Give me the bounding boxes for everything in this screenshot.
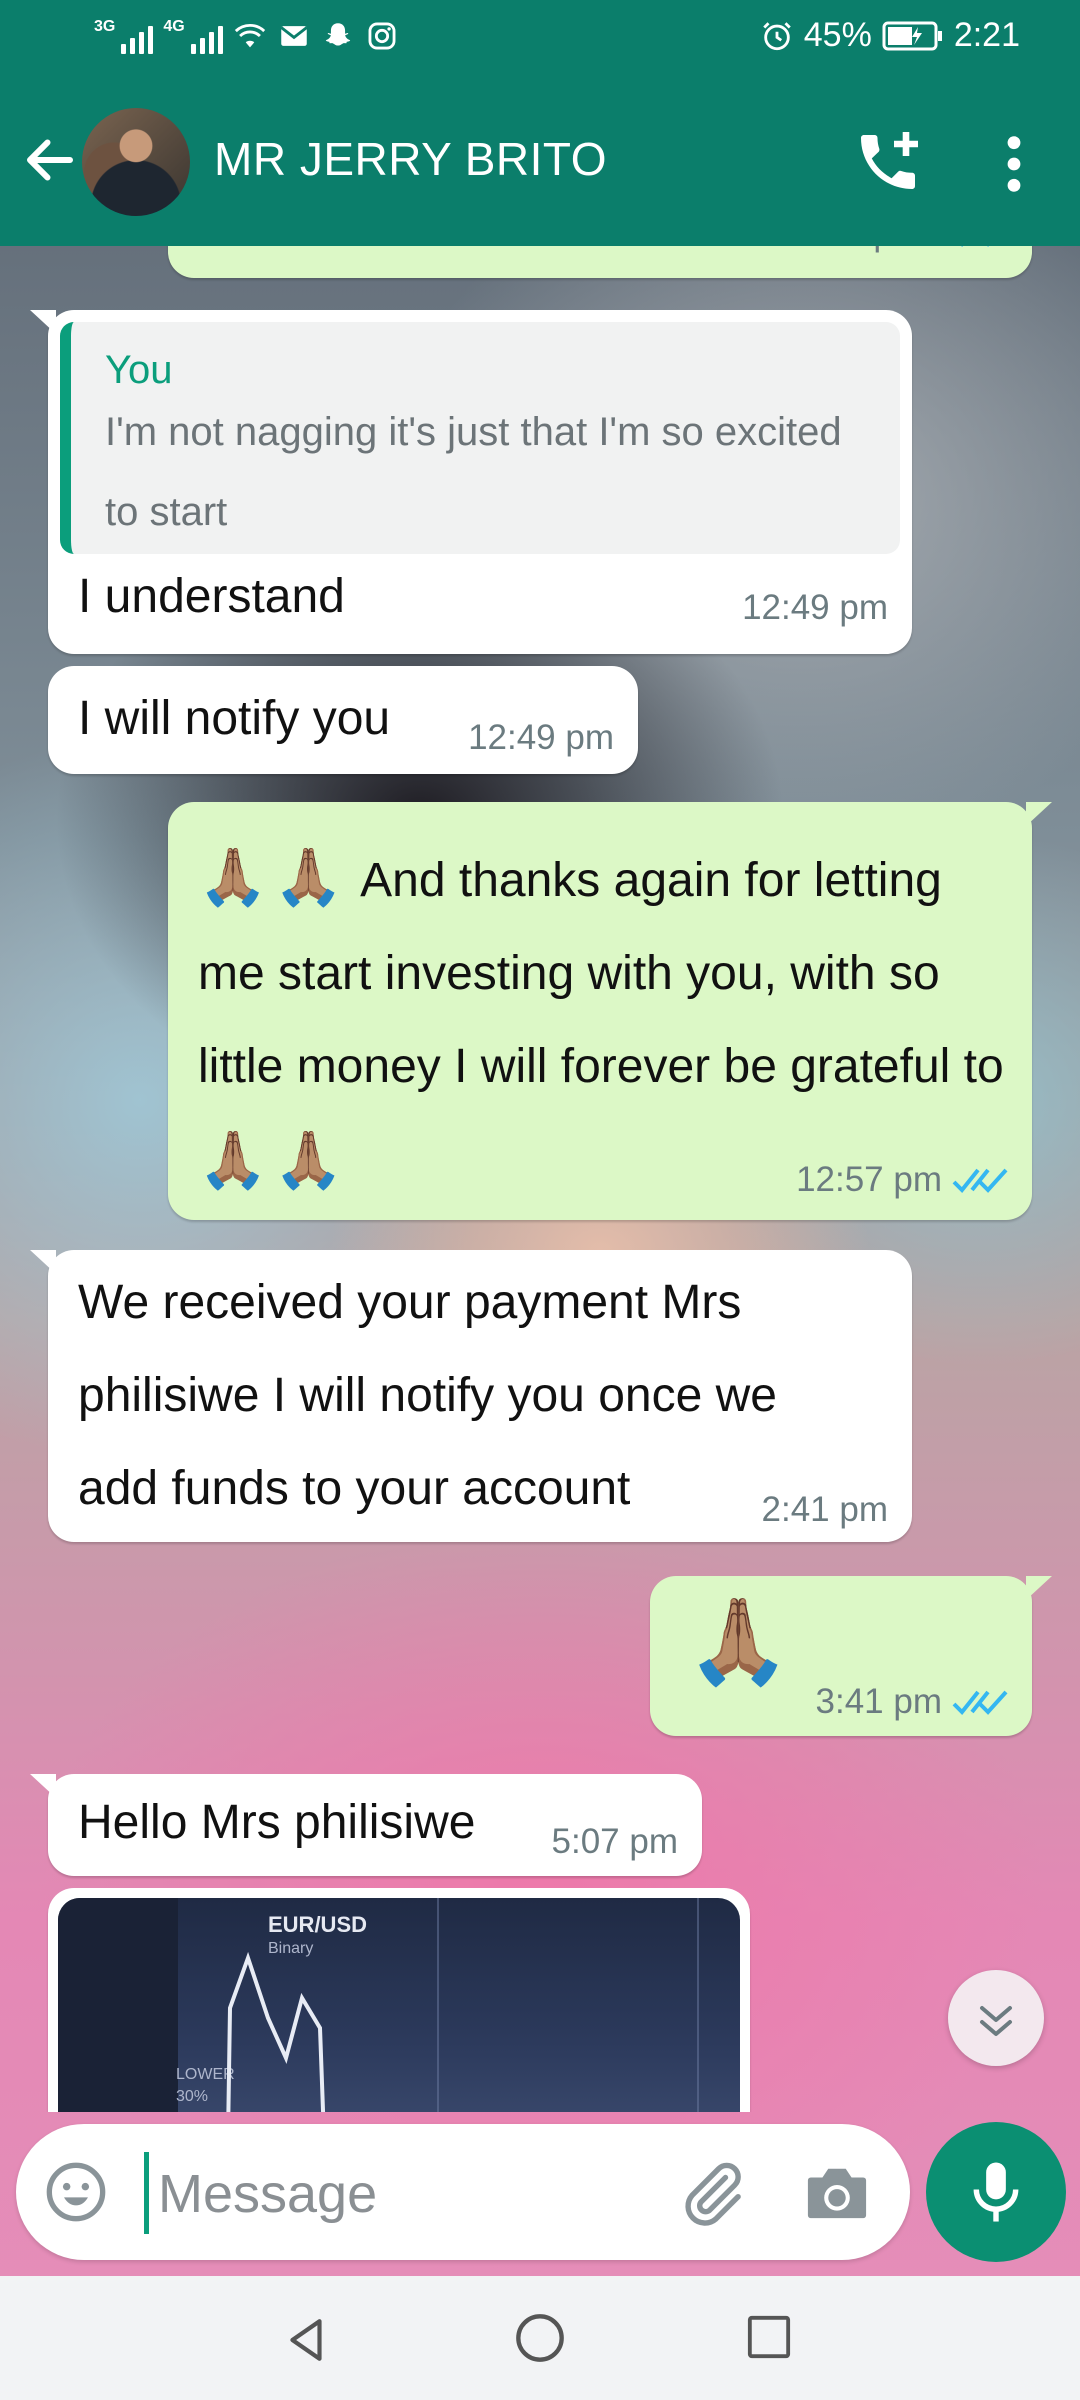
message-text: We received your payment Mrs philisiwe I… bbox=[78, 1276, 777, 1515]
message-incoming[interactable]: We received your payment Mrs philisiwe I… bbox=[30, 1250, 912, 1542]
mail-icon bbox=[280, 26, 308, 46]
quoted-message[interactable]: You I'm not nagging it's just that I'm s… bbox=[60, 322, 900, 554]
message-outgoing[interactable]: 🙏🏽🙏🏽 And thanks again for letting me sta… bbox=[168, 802, 1052, 1220]
price-line bbox=[226, 1898, 699, 2112]
message-time: 2:41 pm bbox=[761, 1490, 888, 1529]
status-bar: 3G 4G 45% 2:21 bbox=[0, 0, 1080, 80]
clock-time: 2:21 bbox=[953, 16, 1020, 54]
add-call-icon[interactable] bbox=[852, 126, 924, 198]
message-incoming[interactable]: Hello Mrs philisiwe 5:07 pm bbox=[30, 1774, 702, 1876]
network-type-1: 3G bbox=[94, 18, 116, 35]
network-type-2: 4G bbox=[163, 18, 185, 35]
chat-header: MR JERRY BRITO bbox=[0, 80, 1080, 246]
message-list[interactable]: 12:39 pm You I'm not nagging it's just t… bbox=[0, 246, 1080, 2112]
message-image[interactable]: EUR/USD Binary LOWER 30% bbox=[48, 1888, 750, 2112]
contact-name[interactable]: MR JERRY BRITO bbox=[214, 132, 607, 186]
more-vert-icon[interactable] bbox=[990, 132, 1038, 196]
camera-icon[interactable] bbox=[802, 2160, 872, 2224]
chevron-double-down-icon bbox=[980, 2006, 1012, 2036]
emoji-folded-hands: 🙏🏽 bbox=[686, 1594, 791, 1688]
read-ticks-icon bbox=[952, 1168, 1008, 1193]
message-incoming[interactable]: I will notify you 12:49 pm bbox=[48, 666, 638, 774]
quoted-author: You bbox=[105, 348, 173, 392]
message-text: Hello Mrs philisiwe bbox=[78, 1796, 476, 1849]
alarm-icon bbox=[762, 21, 791, 50]
read-ticks-icon bbox=[961, 246, 989, 247]
mic-icon bbox=[973, 2162, 1019, 2222]
message-time: 12:39 pm bbox=[776, 246, 922, 254]
back-arrow-icon[interactable] bbox=[20, 130, 80, 190]
attach-icon[interactable] bbox=[676, 2158, 748, 2230]
emoji-folded-hands: 🙏🏽🙏🏽 bbox=[198, 845, 350, 908]
snapchat-icon bbox=[325, 23, 350, 46]
message-outgoing[interactable]: 12:39 pm bbox=[168, 246, 1032, 278]
message-incoming[interactable]: You I'm not nagging it's just that I'm s… bbox=[30, 310, 912, 654]
message-time: 12:49 pm bbox=[742, 588, 888, 627]
wifi-icon bbox=[234, 24, 265, 48]
message-text: I understand bbox=[78, 570, 345, 623]
emoji-folded-hands: 🙏🏽🙏🏽 bbox=[198, 1128, 350, 1191]
message-outgoing[interactable]: 🙏🏽 3:41 pm bbox=[650, 1576, 1052, 1736]
battery-icon bbox=[882, 21, 942, 50]
message-time: 3:41 pm bbox=[815, 1682, 942, 1721]
battery-percent: 45% bbox=[803, 16, 872, 54]
read-ticks-icon bbox=[952, 1690, 1008, 1715]
nav-back-icon[interactable] bbox=[282, 2314, 332, 2366]
system-nav-bar bbox=[0, 2276, 1080, 2400]
quoted-text: I'm not nagging it's just that I'm so ex… bbox=[105, 410, 842, 534]
message-input[interactable] bbox=[156, 2158, 660, 2230]
signal-icon: 4G bbox=[163, 18, 223, 54]
emoji-icon[interactable] bbox=[44, 2160, 108, 2224]
message-text-block: 🙏🏽🙏🏽 And thanks again for letting me sta… bbox=[198, 830, 1018, 1210]
image-thumbnail[interactable]: EUR/USD Binary LOWER 30% bbox=[58, 1898, 740, 2112]
mic-button[interactable] bbox=[926, 2122, 1066, 2262]
message-text: I will notify you bbox=[78, 692, 391, 745]
nav-home-icon[interactable] bbox=[514, 2312, 566, 2364]
message-time: 5:07 pm bbox=[551, 1822, 678, 1861]
instagram-icon bbox=[368, 22, 396, 50]
nav-recents-icon[interactable] bbox=[746, 2314, 792, 2360]
avatar[interactable] bbox=[82, 108, 190, 216]
text-cursor bbox=[144, 2152, 149, 2234]
signal-icon: 3G bbox=[94, 18, 154, 54]
message-composer bbox=[16, 2124, 910, 2260]
scroll-to-bottom-button[interactable] bbox=[948, 1970, 1044, 2066]
message-time: 12:49 pm bbox=[468, 718, 614, 757]
message-time: 12:57 pm bbox=[796, 1160, 942, 1199]
